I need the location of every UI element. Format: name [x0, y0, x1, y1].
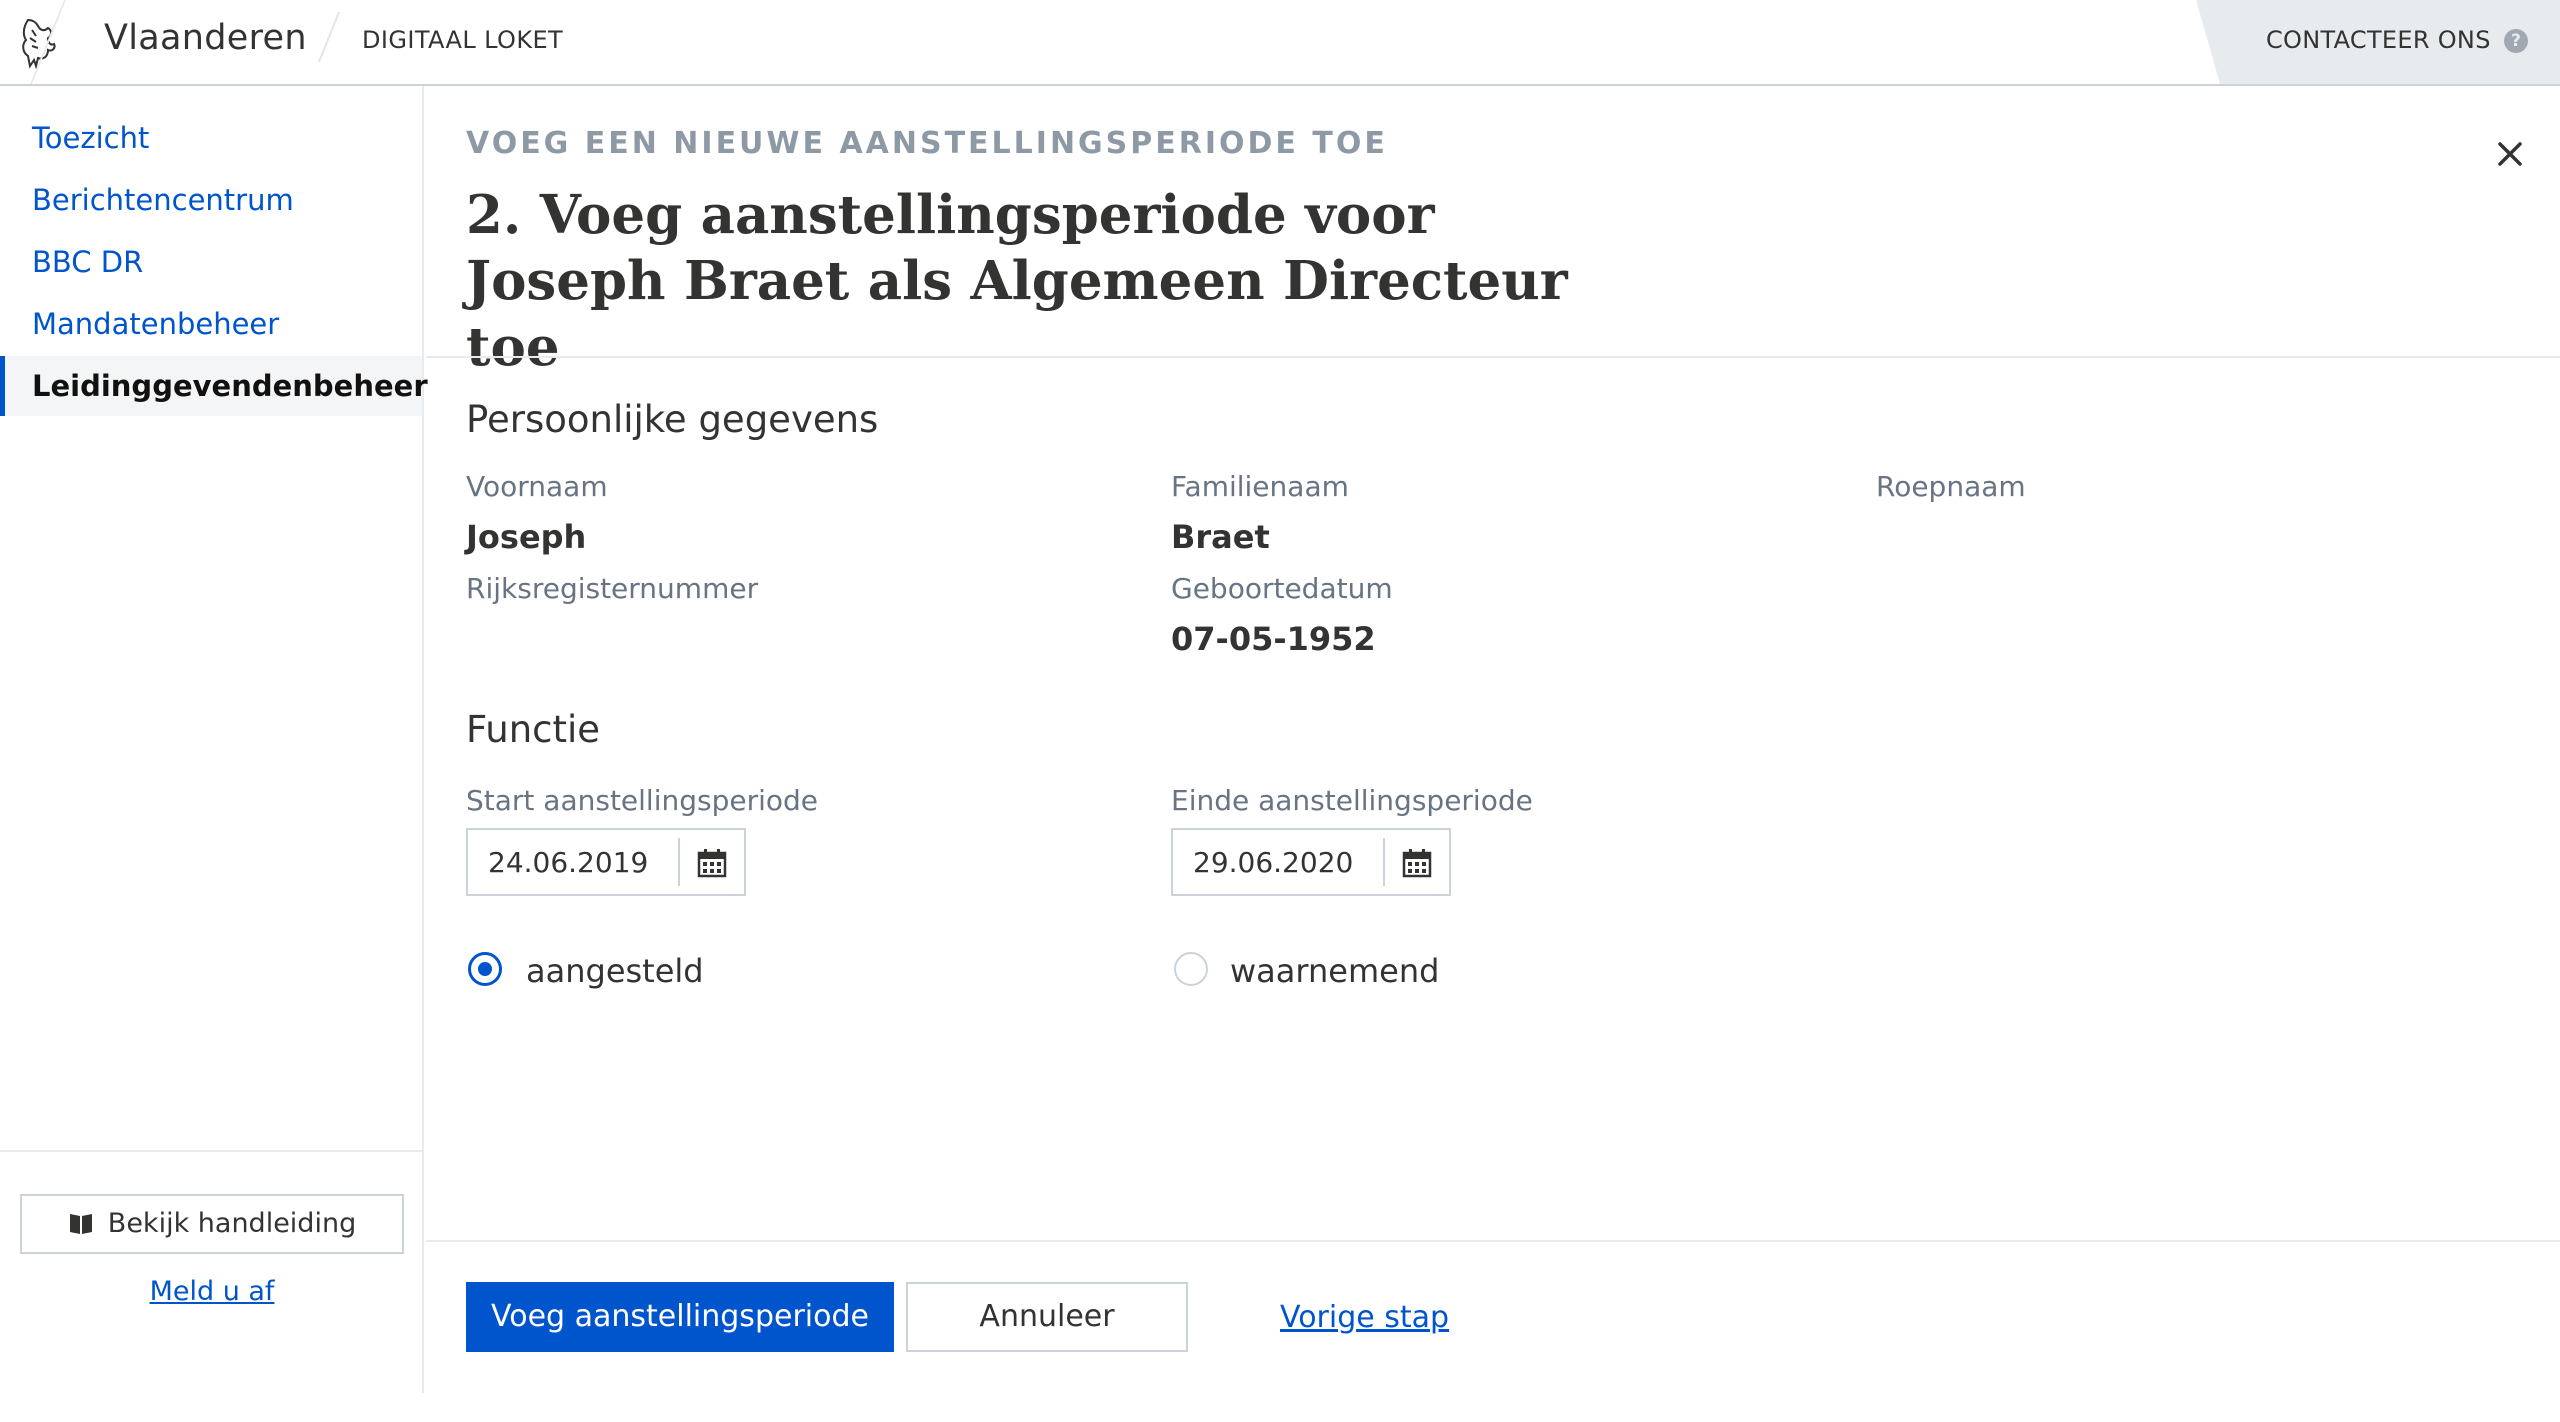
- sidebar-item-leidinggevendenbeheer[interactable]: Leidinggevendenbeheer: [0, 356, 428, 416]
- function-heading: Functie: [466, 708, 601, 751]
- logout-link[interactable]: Meld u af: [0, 1276, 424, 1307]
- book-icon: [69, 1214, 92, 1234]
- input-separator: [678, 838, 680, 886]
- start-date-value: 24.06.2019: [488, 846, 649, 879]
- sidebar-item-toezicht[interactable]: Toezicht: [0, 108, 422, 168]
- page-title: 2. Voeg aanstellingsperiode voor Joseph …: [466, 184, 1568, 378]
- radio-waarnemend-label[interactable]: waarnemend: [1230, 952, 1439, 990]
- last-name-label: Familienaam: [1171, 470, 1349, 503]
- sidebar-item-bbc-dr[interactable]: BBC DR: [0, 232, 422, 292]
- contact-label: CONTACTEER ONS: [2266, 26, 2491, 54]
- radio-waarnemend[interactable]: [1174, 952, 1208, 986]
- add-period-button[interactable]: Voeg aanstellingsperiode toe: [466, 1282, 894, 1404]
- birthdate-value: 07-05-1952: [1171, 620, 1376, 658]
- first-name-label: Voornaam: [466, 470, 608, 503]
- input-separator: [1383, 838, 1385, 886]
- sidebar-item-berichtencentrum[interactable]: Berichtencentrum: [0, 170, 422, 230]
- nickname-label: Roepnaam: [1876, 470, 2026, 503]
- end-date-value: 29.06.2020: [1193, 846, 1354, 879]
- previous-step-link[interactable]: Vorige stap: [1280, 1300, 1449, 1335]
- national-id-label: Rijksregisternummer: [466, 572, 759, 605]
- start-date-label: Start aanstellingsperiode: [466, 784, 819, 817]
- header-divider: [317, 12, 341, 62]
- sidebar-item-mandatenbeheer[interactable]: Mandatenbeheer: [0, 294, 422, 354]
- personal-details-heading: Persoonlijke gegevens: [466, 398, 879, 441]
- start-date-input[interactable]: 24.06.2019: [466, 828, 746, 896]
- main-panel: VOEG EEN NIEUWE AANSTELLINGSPERIODE TOE …: [426, 86, 2560, 1404]
- close-icon[interactable]: [2488, 132, 2532, 176]
- view-manual-label: Bekijk handleiding: [107, 1208, 357, 1239]
- page-subtitle: VOEG EEN NIEUWE AANSTELLINGSPERIODE TOE: [466, 126, 1388, 161]
- brand-name[interactable]: Vlaanderen: [104, 18, 307, 58]
- sidebar-divider: [0, 1150, 422, 1152]
- end-date-input[interactable]: 29.06.2020: [1171, 828, 1451, 896]
- first-name-value: Joseph: [466, 518, 587, 556]
- cancel-button[interactable]: Annuleer: [906, 1282, 1188, 1352]
- birthdate-label: Geboortedatum: [1171, 572, 1393, 605]
- top-header: Vlaanderen DIGITAAL LOKET CONTACTEER ONS…: [0, 0, 2560, 86]
- sidebar: Toezicht Berichtencentrum BBC DR Mandate…: [0, 86, 428, 1393]
- footer-divider: [426, 1240, 2560, 1242]
- calendar-icon[interactable]: [1401, 847, 1433, 879]
- last-name-value: Braet: [1171, 518, 1270, 556]
- app-title[interactable]: DIGITAAL LOKET: [362, 26, 563, 54]
- contact-button[interactable]: CONTACTEER ONS ?: [2196, 0, 2560, 84]
- view-manual-button[interactable]: Bekijk handleiding: [20, 1194, 404, 1254]
- help-icon: ?: [2504, 29, 2528, 53]
- radio-aangesteld[interactable]: [468, 952, 502, 986]
- calendar-icon[interactable]: [696, 847, 728, 879]
- end-date-label: Einde aanstellingsperiode: [1171, 784, 1533, 817]
- title-divider: [426, 356, 2560, 358]
- radio-aangesteld-label[interactable]: aangesteld: [526, 952, 704, 990]
